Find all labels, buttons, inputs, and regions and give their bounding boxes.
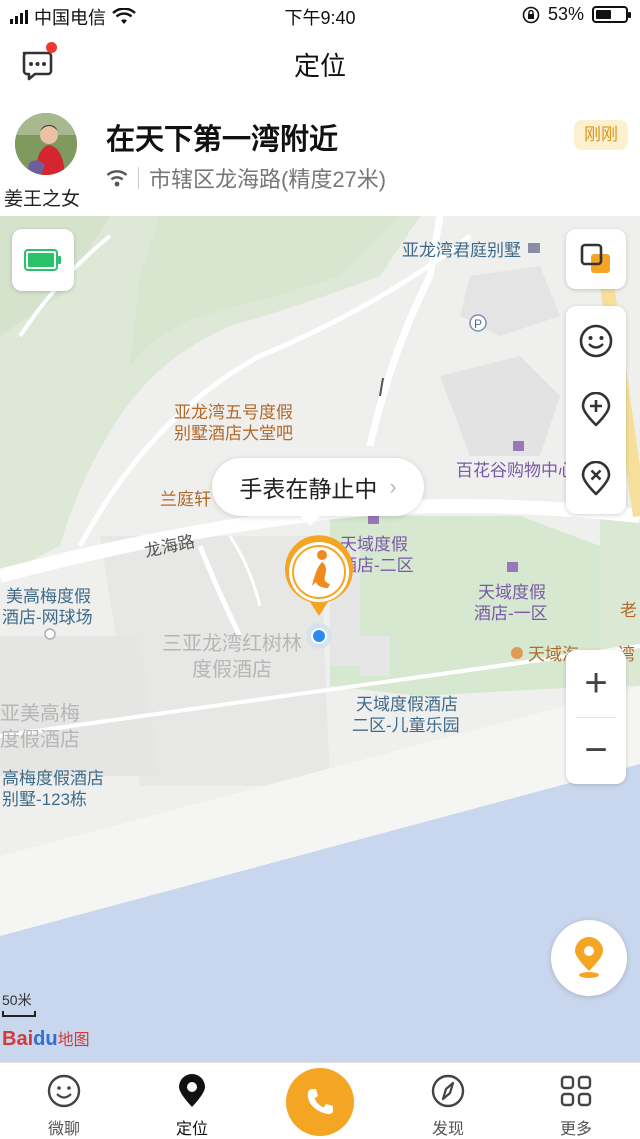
poi-label[interactable]: 亚美高梅 [0,702,80,726]
phone-icon [307,1089,333,1114]
poi-label[interactable]: 兰庭轩 [160,489,211,510]
avatar-photo [15,113,77,175]
svg-text:P: P [474,317,482,331]
nav-bar: 定位 [0,30,640,96]
time-badge: 刚刚 [574,120,628,150]
poi-label[interactable]: 亚龙湾五号度假 [174,402,293,423]
poi-label[interactable]: 天域度假酒店 [356,694,458,715]
wifi-source-icon [106,170,128,187]
poi-label[interactable]: 酒店-一区 [474,603,548,624]
poi-label[interactable]: 美高梅度假 [6,586,91,607]
scale-label: 50米 [2,992,32,1008]
location-info-card: 姜王之女 在天下第一湾附近 刚刚 市辖区龙海路(精度27米) [0,96,640,216]
watch-location-marker[interactable] [278,532,360,652]
smile-chat-icon [47,1074,81,1108]
poi-label[interactable]: 度假酒店 [0,728,80,752]
tab-label: 发现 [431,1121,464,1138]
scale-bar [2,1011,36,1017]
smile-face-icon [579,324,613,357]
tab-label: 定位 [175,1121,208,1138]
address-text: 市辖区龙海路(精度27米) [149,167,387,192]
status-bar: 中国电信 下午9:40 53% [0,0,640,30]
poi-label[interactable]: 二区-儿童乐园 [352,715,460,736]
poi-label[interactable]: 老 [620,600,637,621]
poi-label[interactable]: 别墅-123栋 [2,789,87,810]
locate-watch-button[interactable] [551,920,627,996]
watch-status-bubble[interactable]: 手表在静止中 › [212,458,424,526]
face-button[interactable] [566,306,626,375]
tab-discover[interactable]: 发现 [384,1063,512,1139]
place-name: 在天下第一湾附近 [106,124,339,156]
poi-label[interactable]: 高梅度假酒店 [2,768,104,789]
poi-label[interactable]: 酒店-网球场 [2,607,93,628]
divider [138,167,139,189]
map-tool-stack [566,306,626,514]
poi-label[interactable]: 百花谷购物中心 [456,460,575,481]
tab-location[interactable]: 定位 [128,1063,256,1139]
map-layer-button[interactable] [566,229,626,289]
zoom-out-button[interactable]: − [566,717,626,784]
map-view[interactable]: P 亚龙湾君庭别墅 亚龙湾五号度假 别墅酒店大堂吧 百花谷购物中心 兰庭轩 龙海… [0,216,640,1062]
page-title: 定位 [293,51,346,81]
orange-pin-icon [575,937,603,978]
map-scale: 50米 [2,990,36,1017]
battery-full-icon [24,249,61,271]
watch-status-text: 手表在静止中 [239,476,378,502]
avatar[interactable] [15,113,77,175]
tab-bar: 微聊 定位 发现 更多 [0,1062,640,1139]
tab-chat[interactable]: 微聊 [0,1063,128,1139]
zoom-controls: + − [566,650,626,784]
poi-label[interactable]: 度假酒店 [192,658,272,682]
call-button[interactable] [286,1068,354,1136]
orientation-lock-icon [522,6,540,23]
layers-icon [580,243,610,273]
poi-label[interactable]: 天域度假 [478,582,546,603]
remove-safe-zone-button[interactable] [566,444,626,513]
compass-icon [431,1074,465,1108]
address-line: 市辖区龙海路(精度27米) [106,162,386,194]
zoom-in-button[interactable]: + [566,650,626,717]
grid-icon [560,1075,592,1107]
chevron-right-icon: › [389,474,397,499]
battery-icon [592,6,631,23]
add-safe-zone-button[interactable] [566,375,626,444]
tab-more[interactable]: 更多 [512,1063,640,1139]
poi-label[interactable]: 别墅酒店大堂吧 [174,423,293,444]
baidu-map-logo: Baidu地图 [2,1028,90,1050]
pin-close-icon [581,460,611,495]
tab-label: 更多 [559,1121,592,1138]
watch-battery-button[interactable] [12,229,74,291]
battery-level-fill [596,10,611,19]
tab-label: 微聊 [47,1121,80,1138]
location-pin-icon [179,1074,205,1107]
poi-label[interactable]: 亚龙湾君庭别墅 [402,240,521,261]
battery-percent: 53% [547,4,584,24]
pin-plus-icon [581,391,611,426]
user-name: 姜王之女 [4,189,81,210]
